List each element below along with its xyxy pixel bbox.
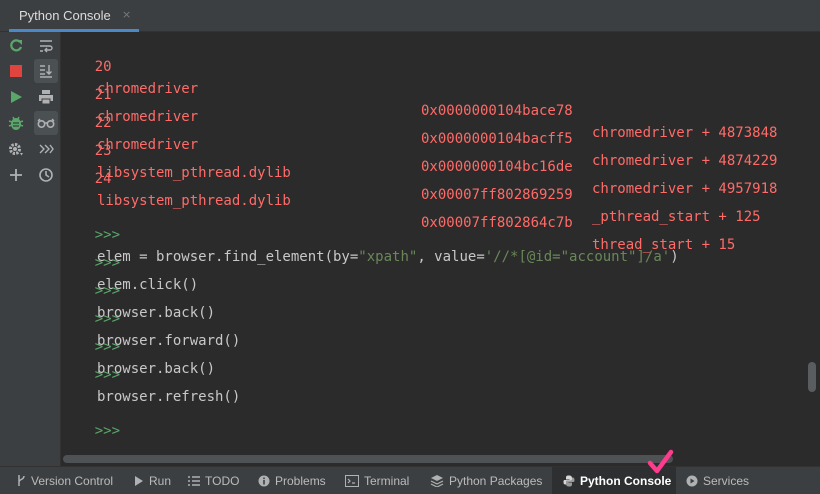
tool-label: Services [703, 473, 750, 488]
tool-window-tabbar: Python Console × [0, 0, 820, 32]
branch-icon [16, 474, 26, 487]
console-command: >>> browser.refresh() [61, 342, 241, 405]
tool-services[interactable]: Services [680, 467, 755, 494]
traceback-line: 23 libsystem_pthread.dylib 0x00007ff8028… [61, 118, 761, 225]
tool-label: Problems [275, 473, 326, 488]
string-literal: "xpath" [358, 249, 418, 265]
print-icon[interactable] [34, 85, 58, 109]
tool-version-control[interactable]: Version Control [10, 467, 119, 494]
traceback-line: 20 chromedriver 0x0000000104bace78 chrom… [61, 34, 778, 141]
console-command: >>> elem = browser.find_element(by="xpat… [61, 202, 679, 265]
console-actions-toolbar [0, 32, 32, 466]
tool-terminal[interactable]: Terminal [339, 467, 415, 494]
frame-address: 0x0000000104bacff5 [421, 131, 573, 147]
input-prompt: >>> [94, 423, 121, 439]
frame-symbol: chromedriver + 4957918 [592, 181, 778, 197]
frame-library: libsystem_pthread.dylib [97, 193, 291, 209]
frame-library: chromedriver [97, 109, 199, 125]
traceback-line: 22 chromedriver 0x0000000104bc16de chrom… [61, 90, 778, 197]
frame-library: chromedriver [97, 137, 199, 153]
tool-label: Terminal [364, 473, 410, 488]
tool-label: Version Control [31, 473, 114, 488]
frame-address: 0x0000000104bc16de [421, 159, 573, 175]
vertical-scrollbar[interactable] [804, 32, 820, 466]
add-icon[interactable] [4, 163, 28, 187]
console-command: >>> browser.back() [61, 258, 215, 321]
tab-python-console[interactable]: Python Console × [9, 0, 139, 32]
list-icon [188, 475, 200, 486]
frame-symbol: chromedriver + 4874229 [592, 153, 778, 169]
tool-label: Python Packages [449, 473, 543, 488]
frame-address: 0x00007ff802869259 [421, 187, 573, 203]
tab-title: Python Console [19, 8, 111, 23]
frame-address: 0x0000000104bace78 [421, 103, 573, 119]
info-icon [258, 475, 270, 487]
console-output[interactable]: 20 chromedriver 0x0000000104bace78 chrom… [61, 32, 804, 452]
frame-symbol: _pthread_start + 125 [592, 209, 761, 225]
stop-icon[interactable] [4, 59, 28, 83]
history-icon[interactable] [34, 163, 58, 187]
run-icon[interactable] [4, 85, 28, 109]
traceback-line: 21 chromedriver 0x0000000104bacff5 chrom… [61, 62, 778, 169]
frame-symbol: chromedriver + 4873848 [592, 125, 778, 141]
console-command: >>> elem.click() [61, 230, 198, 293]
settings-icon[interactable] [4, 137, 28, 161]
layers-icon [430, 474, 444, 487]
code-text: , value= [417, 249, 485, 265]
horizontal-scrollbar-thumb[interactable] [63, 455, 673, 463]
code-text: elem = browser.find_element(by= [97, 249, 359, 265]
play-icon [134, 475, 144, 487]
horizontal-scrollbar[interactable] [61, 452, 804, 466]
console-input[interactable]: >>> [61, 398, 120, 439]
string-literal: '//*[@id="account"]/a' [484, 249, 671, 265]
tool-python-packages[interactable]: Python Packages [424, 467, 548, 494]
execute-history-icon[interactable] [34, 137, 58, 161]
frame-library: chromedriver [97, 81, 199, 97]
show-variables-icon[interactable] [34, 111, 58, 135]
console-command: >>> browser.back() [61, 314, 215, 377]
code-text: ) [670, 249, 679, 265]
tool-problems[interactable]: Problems [252, 467, 332, 494]
debug-icon[interactable] [4, 111, 28, 135]
tool-label: TODO [205, 473, 240, 488]
traceback-line: 24 libsystem_pthread.dylib 0x00007ff8028… [61, 146, 736, 253]
prompt: >>> [94, 367, 121, 383]
tool-todo[interactable]: TODO [182, 467, 245, 494]
console-command: >>> browser.forward() [61, 286, 241, 349]
tool-window-bar: Version Control Run TODO Problems Termin… [0, 466, 820, 494]
tool-run[interactable]: Run [128, 467, 177, 494]
frame-address: 0x00007ff802864c7b [421, 215, 573, 231]
tool-label: Run [149, 473, 172, 488]
console-view-toolbar [32, 32, 61, 466]
close-icon[interactable]: × [122, 8, 131, 21]
rerun-icon[interactable] [4, 34, 28, 58]
terminal-icon [345, 474, 359, 487]
python-icon [563, 475, 575, 487]
checkmark-icon [646, 449, 676, 479]
frame-library: libsystem_pthread.dylib [97, 165, 291, 181]
vertical-scrollbar-thumb[interactable] [808, 362, 816, 392]
services-icon [686, 475, 698, 487]
scroll-to-end-icon[interactable] [34, 59, 58, 83]
soft-wrap-icon[interactable] [34, 34, 58, 58]
frame-number: 24 [94, 171, 112, 187]
